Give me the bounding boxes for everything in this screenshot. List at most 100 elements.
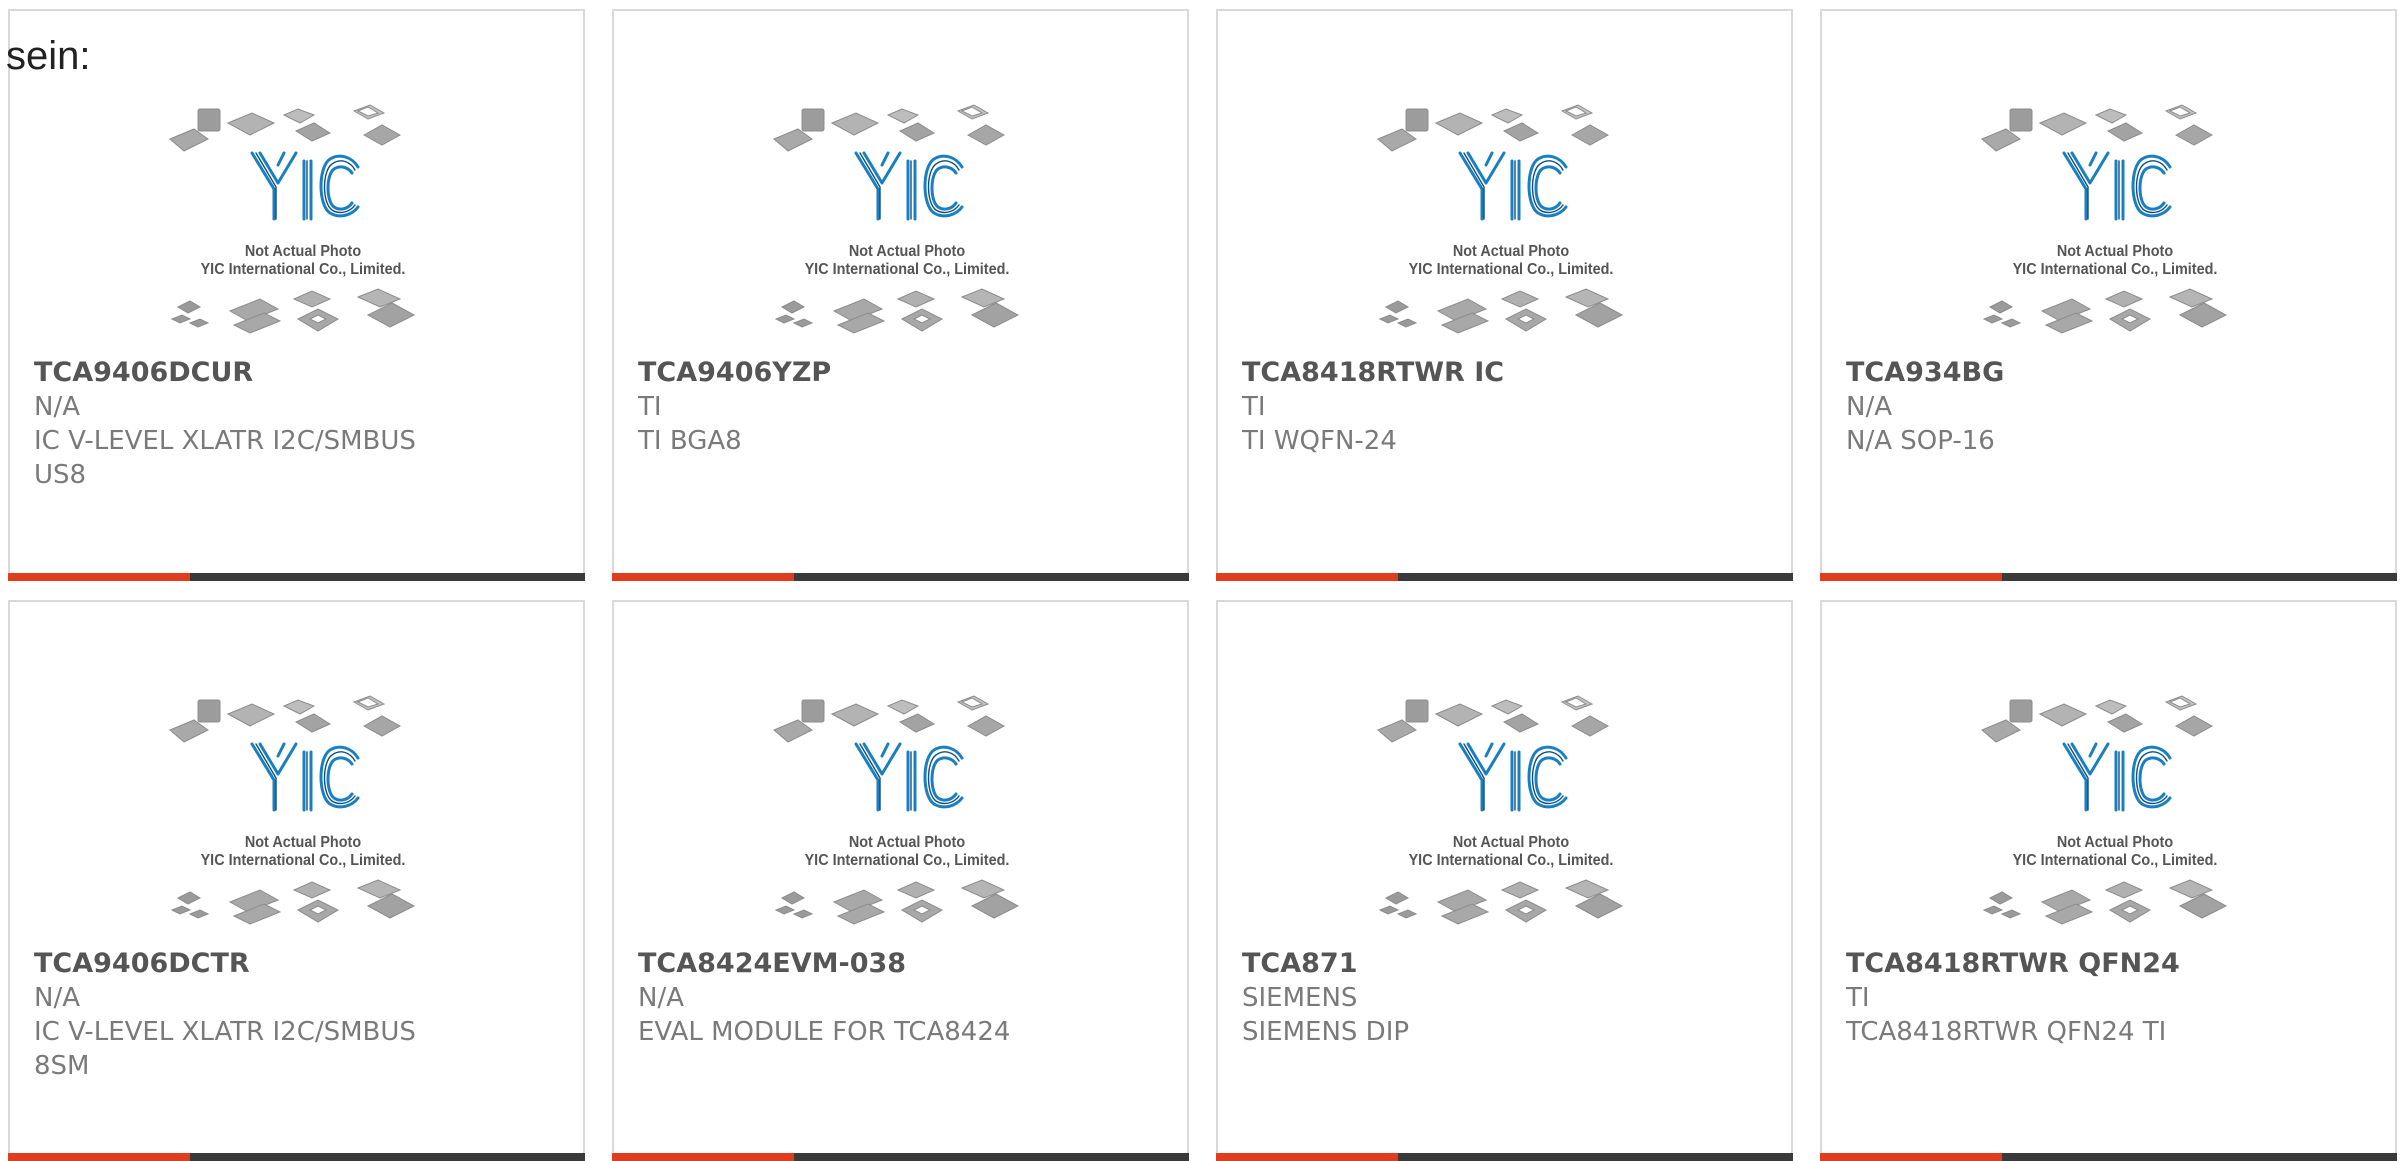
product-manufacturer: N/A: [34, 983, 80, 1013]
chip-collage-icon: [169, 104, 416, 334]
placeholder-line1: Not Actual Photo: [1452, 243, 1570, 260]
card-footer-accent: [1216, 573, 1398, 581]
product-card[interactable]: Not Actual Photo YIC International Co., …: [612, 9, 1189, 581]
product-image-placeholder[interactable]: Not Actual Photo YIC International Co., …: [772, 101, 1042, 351]
product-card[interactable]: Not Actual Photo YIC International Co., …: [8, 600, 585, 1161]
product-grid: Not Actual Photo YIC International Co., …: [0, 0, 2400, 1161]
chip-collage-icon: [773, 695, 1020, 925]
card-footer-bar: [8, 573, 585, 581]
chip-collage-icon: [169, 695, 416, 925]
placeholder-caption: Not Actual Photo YIC International Co., …: [182, 834, 425, 870]
product-card[interactable]: Not Actual Photo YIC International Co., …: [8, 9, 585, 581]
product-part-number[interactable]: TCA934BG: [1846, 356, 2379, 390]
product-manufacturer: TI: [638, 392, 662, 422]
product-description: TI BGA8: [638, 426, 742, 456]
product-description: EVAL MODULE FOR TCA8424: [638, 1017, 1011, 1047]
product-info: TCA871 SIEMENS SIEMENS DIP: [1242, 947, 1775, 1049]
placeholder-line2: YIC International Co., Limited.: [804, 852, 1010, 869]
placeholder-line2: YIC International Co., Limited.: [1408, 852, 1614, 869]
product-part-number[interactable]: TCA8418RTWR IC: [1242, 356, 1775, 390]
placeholder-line2: YIC International Co., Limited.: [2012, 261, 2218, 278]
card-footer-accent: [612, 1153, 794, 1161]
chip-collage-icon: [1377, 695, 1624, 925]
product-info: TCA8418RTWR QFN24 TI TCA8418RTWR QFN24 T…: [1846, 947, 2379, 1049]
product-card[interactable]: Not Actual Photo YIC International Co., …: [612, 600, 1189, 1161]
product-image-placeholder[interactable]: Not Actual Photo YIC International Co., …: [1376, 692, 1646, 942]
intro-text: sein:: [6, 34, 91, 78]
yic-logo-icon: [1458, 151, 1568, 221]
placeholder-line2: YIC International Co., Limited.: [2012, 852, 2218, 869]
product-description: N/A SOP-16: [1846, 426, 1995, 456]
card-footer-bar: [1820, 1153, 2397, 1161]
product-image-placeholder[interactable]: Not Actual Photo YIC International Co., …: [168, 101, 438, 351]
product-part-number[interactable]: TCA8418RTWR QFN24: [1846, 947, 2379, 981]
product-info: TCA8424EVM-038 N/A EVAL MODULE FOR TCA84…: [638, 947, 1171, 1049]
placeholder-caption: Not Actual Photo YIC International Co., …: [1390, 243, 1633, 279]
card-footer-accent: [8, 1153, 190, 1161]
placeholder-line2: YIC International Co., Limited.: [804, 261, 1010, 278]
product-card[interactable]: Not Actual Photo YIC International Co., …: [1820, 9, 2397, 581]
card-footer-bar: [612, 1153, 1189, 1161]
product-description: SIEMENS DIP: [1242, 1017, 1410, 1047]
yic-logo-icon: [250, 151, 360, 221]
placeholder-caption: Not Actual Photo YIC International Co., …: [182, 243, 425, 279]
product-part-number[interactable]: TCA9406DCTR: [34, 947, 567, 981]
placeholder-line1: Not Actual Photo: [2056, 834, 2174, 851]
placeholder-caption: Not Actual Photo YIC International Co., …: [1390, 834, 1633, 870]
placeholder-caption: Not Actual Photo YIC International Co., …: [1994, 243, 2237, 279]
product-card[interactable]: Not Actual Photo YIC International Co., …: [1216, 600, 1793, 1161]
card-footer-accent: [1216, 1153, 1398, 1161]
placeholder-caption: Not Actual Photo YIC International Co., …: [1994, 834, 2237, 870]
product-info: TCA9406YZP TI TI BGA8: [638, 356, 1171, 458]
yic-logo-icon: [250, 742, 360, 812]
placeholder-line2: YIC International Co., Limited.: [1408, 261, 1614, 278]
product-info: TCA9406DCUR N/A IC V-LEVEL XLATR I2C/SMB…: [34, 356, 567, 492]
product-manufacturer: N/A: [34, 392, 80, 422]
product-manufacturer: N/A: [638, 983, 684, 1013]
placeholder-line1: Not Actual Photo: [244, 834, 362, 851]
product-part-number[interactable]: TCA9406YZP: [638, 356, 1171, 390]
card-footer-accent: [8, 573, 190, 581]
product-info: TCA8418RTWR IC TI TI WQFN-24: [1242, 356, 1775, 458]
product-manufacturer: SIEMENS: [1242, 983, 1358, 1013]
placeholder-line2: YIC International Co., Limited.: [200, 852, 406, 869]
product-image-placeholder[interactable]: Not Actual Photo YIC International Co., …: [772, 692, 1042, 942]
chip-collage-icon: [1981, 695, 2228, 925]
product-description: IC V-LEVEL XLATR I2C/SMBUS 8SM: [34, 1017, 416, 1081]
card-footer-accent: [1820, 573, 2002, 581]
placeholder-caption: Not Actual Photo YIC International Co., …: [786, 834, 1029, 870]
product-manufacturer: TI: [1242, 392, 1266, 422]
product-description: TCA8418RTWR QFN24 TI: [1846, 1017, 2167, 1047]
product-image-placeholder[interactable]: Not Actual Photo YIC International Co., …: [168, 692, 438, 942]
yic-logo-icon: [854, 151, 964, 221]
product-part-number[interactable]: TCA8424EVM-038: [638, 947, 1171, 981]
card-footer-bar: [1820, 573, 2397, 581]
placeholder-line1: Not Actual Photo: [848, 243, 966, 260]
product-info: TCA9406DCTR N/A IC V-LEVEL XLATR I2C/SMB…: [34, 947, 567, 1083]
product-card[interactable]: Not Actual Photo YIC International Co., …: [1820, 600, 2397, 1161]
product-part-number[interactable]: TCA9406DCUR: [34, 356, 567, 390]
product-description: IC V-LEVEL XLATR I2C/SMBUS US8: [34, 426, 416, 490]
card-footer-accent: [612, 573, 794, 581]
card-footer-bar: [1216, 573, 1793, 581]
placeholder-line2: YIC International Co., Limited.: [200, 261, 406, 278]
chip-collage-icon: [1377, 104, 1624, 334]
product-image-placeholder[interactable]: Not Actual Photo YIC International Co., …: [1376, 101, 1646, 351]
card-footer-bar: [8, 1153, 585, 1161]
yic-logo-icon: [1458, 742, 1568, 812]
placeholder-caption: Not Actual Photo YIC International Co., …: [786, 243, 1029, 279]
product-card[interactable]: Not Actual Photo YIC International Co., …: [1216, 9, 1793, 581]
product-part-number[interactable]: TCA871: [1242, 947, 1775, 981]
product-manufacturer: TI: [1846, 983, 1870, 1013]
placeholder-line1: Not Actual Photo: [2056, 243, 2174, 260]
product-image-placeholder[interactable]: Not Actual Photo YIC International Co., …: [1980, 101, 2250, 351]
yic-logo-icon: [854, 742, 964, 812]
placeholder-line1: Not Actual Photo: [848, 834, 966, 851]
product-image-placeholder[interactable]: Not Actual Photo YIC International Co., …: [1980, 692, 2250, 942]
card-footer-bar: [612, 573, 1189, 581]
product-manufacturer: N/A: [1846, 392, 1892, 422]
yic-logo-icon: [2062, 151, 2172, 221]
placeholder-line1: Not Actual Photo: [244, 243, 362, 260]
chip-collage-icon: [1981, 104, 2228, 334]
yic-logo-icon: [2062, 742, 2172, 812]
